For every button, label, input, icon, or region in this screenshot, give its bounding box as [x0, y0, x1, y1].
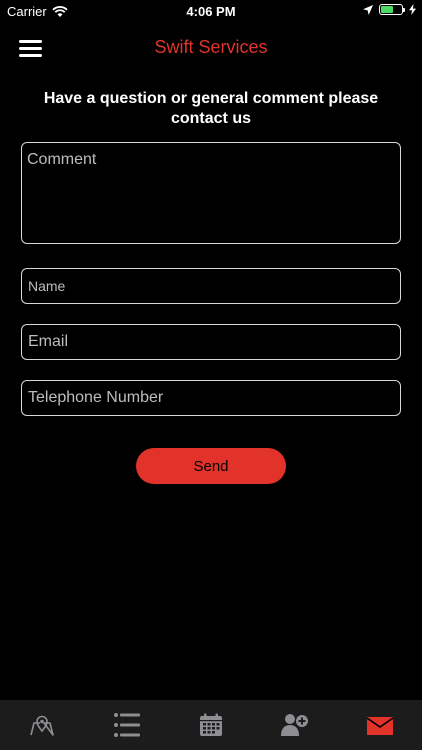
- status-bar: Carrier 4:06 PM: [0, 0, 422, 22]
- location-arrow-icon: [363, 4, 373, 15]
- battery-fill: [381, 6, 394, 13]
- map-pin-icon: [30, 715, 55, 736]
- telephone-field[interactable]: [21, 380, 401, 416]
- contact-heading: Have a question or general comment pleas…: [43, 90, 379, 127]
- send-button[interactable]: Send: [136, 448, 286, 484]
- tab-map[interactable]: [0, 700, 84, 750]
- comment-field[interactable]: [21, 142, 401, 244]
- tab-add-person[interactable]: [253, 700, 337, 750]
- navigation-bar: Swift Services: [0, 22, 422, 72]
- tab-contact[interactable]: [338, 700, 422, 750]
- calendar-icon: [200, 713, 223, 736]
- envelope-icon: [366, 717, 393, 735]
- add-person-icon: [281, 714, 309, 736]
- tab-bar: [0, 700, 422, 750]
- tab-calendar[interactable]: [169, 700, 253, 750]
- email-field[interactable]: [21, 324, 401, 360]
- name-field[interactable]: [21, 268, 401, 304]
- list-icon: [113, 713, 140, 737]
- charging-bolt-icon: [409, 4, 416, 15]
- page-title: Swift Services: [154, 37, 268, 57]
- battery-icon: [379, 4, 405, 15]
- status-right: [363, 4, 416, 15]
- status-time: 4:06 PM: [186, 4, 236, 19]
- tab-list[interactable]: [84, 700, 168, 750]
